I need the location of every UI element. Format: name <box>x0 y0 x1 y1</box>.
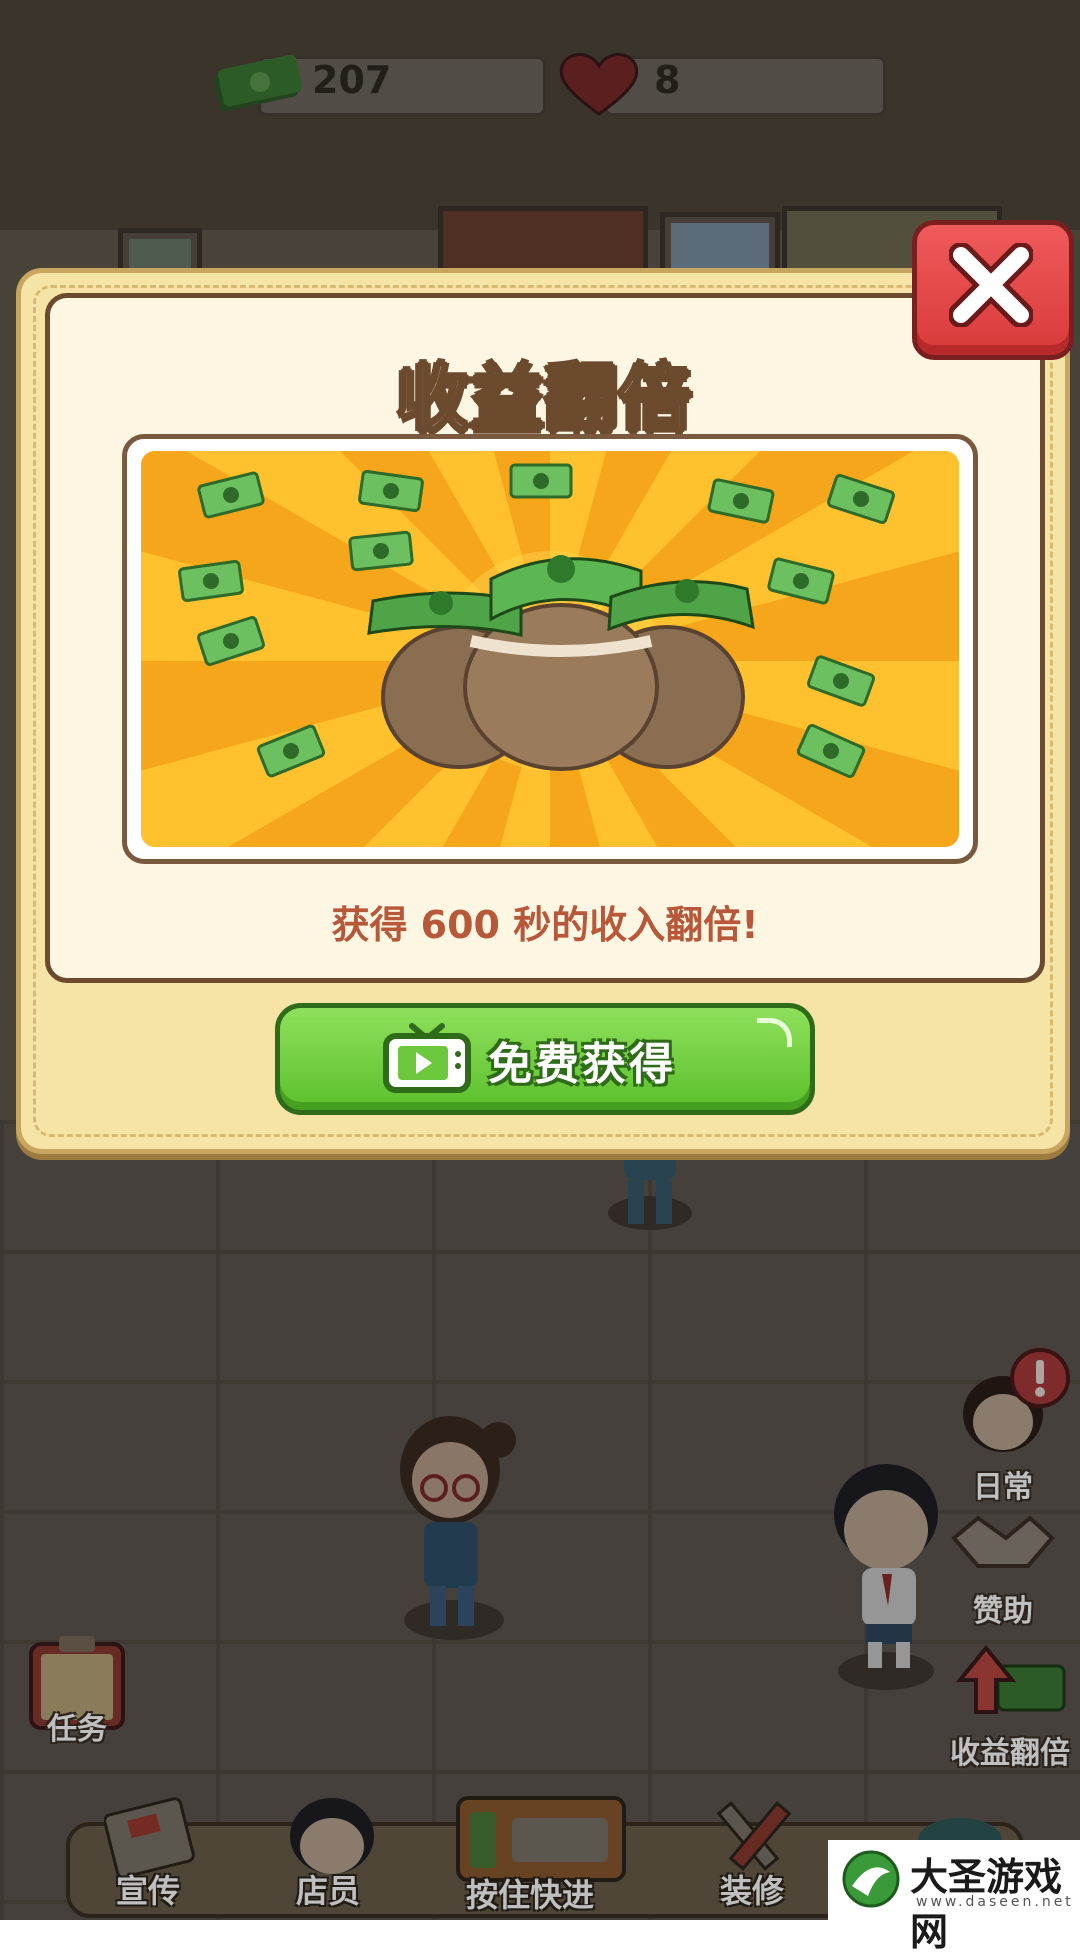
dialog-content-panel: 收益翻倍 获得 600 秒的收入翻倍! <box>45 293 1045 983</box>
reward-illustration-frame <box>122 434 978 864</box>
free-claim-button[interactable]: 免费获得 <box>275 1003 815 1115</box>
close-button[interactable] <box>912 220 1074 360</box>
site-logo-icon <box>842 1850 900 1908</box>
reward-description: 获得 600 秒的收入翻倍! <box>331 903 759 947</box>
floating-bill <box>178 559 244 603</box>
floating-bill <box>348 530 414 572</box>
watermark: 大圣游戏网 www.daseen.net <box>828 1840 1080 1954</box>
watermark-url: www.daseen.net <box>916 1894 1074 1910</box>
floating-bill <box>358 469 424 513</box>
close-icon <box>949 243 1033 327</box>
money-bags-illustration <box>141 451 959 847</box>
free-claim-label: 免费获得 <box>488 1039 676 1090</box>
tv-play-icon <box>383 1023 471 1093</box>
floating-bill <box>509 463 573 499</box>
income-double-dialog: 收益翻倍 获得 600 秒的收入翻倍! 免费获得 <box>16 268 1070 1154</box>
dialog-title: 收益翻倍 <box>395 356 693 443</box>
